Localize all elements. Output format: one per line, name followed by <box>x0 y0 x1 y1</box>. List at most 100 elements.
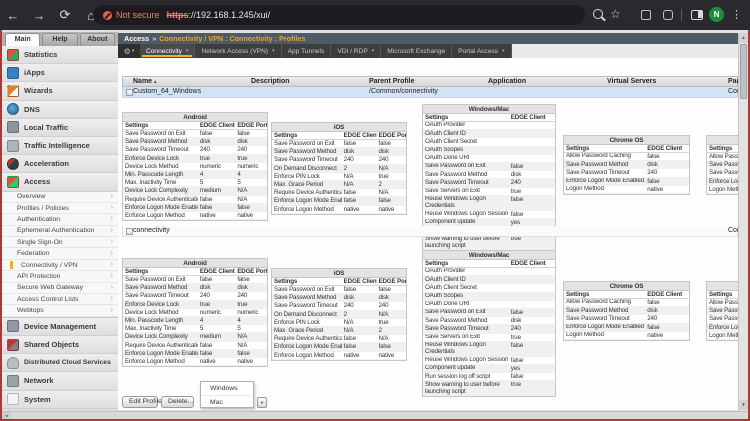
setting-cell: 5 <box>198 325 235 332</box>
tab-about[interactable]: About <box>80 33 115 46</box>
menu-kebab-icon[interactable]: ⋮ <box>731 8 742 22</box>
sidebar-item-local-traffic[interactable]: Local Traffic <box>2 119 118 137</box>
setting-row: Max. Grace PeriodN/A2 <box>272 181 406 189</box>
tab-microsoft-exchange[interactable]: Microsoft Exchange <box>381 44 452 58</box>
column-partition[interactable]: Partition <box>728 77 738 87</box>
vertical-scrollbar[interactable]: ▲ ▼ <box>738 33 747 410</box>
setting-cell: Enforce Logon Mode Enabled <box>272 343 342 350</box>
menu-item-mac[interactable]: Mac <box>201 395 253 408</box>
tab-main[interactable]: Main <box>5 33 40 46</box>
local-traffic-icon <box>7 121 19 133</box>
table-row[interactable]: Custom_64_Windows /Common/connectivity C… <box>122 87 738 98</box>
submenu-item-connectivity-vpn[interactable]: Connectivity / VPN› <box>2 260 118 271</box>
setting-cell: false <box>509 309 555 316</box>
setting-cell: Device Lock Complexity <box>123 187 198 194</box>
reload-icon[interactable]: ⟳ <box>52 7 78 23</box>
setting-cell <box>509 268 555 275</box>
tab-help[interactable]: Help <box>42 33 77 46</box>
submenu-item-profiles-policies[interactable]: Profiles / Policies› <box>2 203 118 214</box>
setting-cell: true <box>198 155 235 162</box>
search-icon[interactable] <box>593 9 603 19</box>
submenu-item-secure-web-gateway[interactable]: Secure Web Gateway› <box>2 283 118 294</box>
not-secure-badge[interactable]: Not secure <box>103 10 160 20</box>
sidebar-item-label: iApps <box>24 68 45 77</box>
submenu-item-ephemeral-authentication[interactable]: Ephemeral Authentication› <box>2 226 118 237</box>
setting-cell: true <box>509 235 555 249</box>
column-virtual-servers[interactable]: Virtual Servers <box>607 77 656 87</box>
sidebar-item-iapps[interactable]: iApps <box>2 64 118 82</box>
tab-portal-access[interactable]: Portal Access▾ <box>452 44 511 58</box>
column-description[interactable]: Description <box>251 77 290 87</box>
setting-cell: Allow Password Caching <box>707 153 738 160</box>
menu-item-windows[interactable]: Windows <box>201 382 253 395</box>
setting-row: Save Password Methoddiskdisk <box>272 148 406 156</box>
setting-row: Enforce Logon Methodnativenative <box>123 212 267 220</box>
setting-cell: N/A <box>377 165 406 172</box>
scroll-down-icon[interactable]: ▼ <box>739 400 748 410</box>
profile-avatar[interactable]: N <box>709 7 724 22</box>
expand-toggle-icon[interactable] <box>126 89 133 96</box>
tab-network-access-vpn[interactable]: Network Access (VPN)▾ <box>195 44 281 58</box>
setting-cell: OAuth Client Secret <box>423 138 509 145</box>
setting-row: Save Password Timeout240240 <box>123 292 267 300</box>
submenu-item-authentication[interactable]: Authentication › <box>2 214 118 225</box>
back-icon[interactable]: ← <box>0 8 26 23</box>
submenu-item-single-sign-on[interactable]: Single Sign-On› <box>2 237 118 248</box>
scrollbar-thumb[interactable] <box>740 44 747 99</box>
edit-profile-button[interactable]: Edit Profile <box>122 396 158 408</box>
forward-icon[interactable]: → <box>26 8 52 23</box>
setting-cell: native <box>198 358 235 365</box>
profile-name[interactable]: connectivity <box>133 226 170 236</box>
extensions-puzzle-icon[interactable] <box>663 10 673 20</box>
setting-cell: OAuth Client ID <box>423 130 509 137</box>
column-name[interactable]: Name ▴ <box>133 77 157 88</box>
expand-toggle-icon[interactable] <box>126 228 133 235</box>
setting-cell: Enforce Logon Mode Enabled <box>123 204 198 211</box>
setting-cell: false <box>342 335 377 342</box>
submenu-item-api-protection[interactable]: API Protection› <box>2 271 118 282</box>
setting-cell: true <box>509 188 555 195</box>
sidebar-item-shared-objects[interactable]: Shared Objects <box>2 336 118 354</box>
scroll-left-icon[interactable]: ◂ <box>2 412 11 419</box>
address-bar[interactable]: Not secure https://192.168.1.245/xui/ <box>93 5 585 25</box>
submenu-item-access-control-lists[interactable]: Access Control Lists› <box>2 294 118 305</box>
sidebar-item-device-management[interactable]: Device Management <box>2 318 118 336</box>
column-application[interactable]: Application <box>488 77 526 87</box>
setting-cell: N/A <box>342 173 377 180</box>
bookmark-star-icon[interactable]: ☆ <box>610 7 621 21</box>
profile-name[interactable]: Custom_64_Windows <box>133 87 201 97</box>
sidebar-item-wizards[interactable]: Wizards <box>2 82 118 100</box>
tab-vdi-rdp[interactable]: VDI / RDP▾ <box>331 44 381 58</box>
setting-row: Enforce Logon Methodnativenative <box>123 358 267 366</box>
submenu-arrow-icon: › <box>111 215 113 223</box>
column-parent-profile[interactable]: Parent Profile <box>369 77 415 87</box>
side-panel-icon[interactable] <box>691 10 703 20</box>
split-button-arrow[interactable]: ▾ <box>257 397 267 408</box>
scroll-up-icon[interactable]: ▲ <box>739 33 748 43</box>
tab-options-button[interactable]: ⚙▾ <box>118 44 140 58</box>
breadcrumb-root[interactable]: Access <box>124 34 149 43</box>
sidebar-item-system[interactable]: System <box>2 391 118 409</box>
sidebar-item-traffic-intelligence[interactable]: Traffic Intelligence <box>2 137 118 155</box>
tab-connectivity[interactable]: Connectivity▾ <box>140 44 195 58</box>
horizontal-scrollbar[interactable]: ◂ <box>2 411 747 419</box>
sidebar-item-access[interactable]: Access <box>2 173 118 191</box>
sidebar-item-acceleration[interactable]: Acceleration <box>2 155 118 173</box>
submenu-item-webtops[interactable]: Webtops› <box>2 305 118 316</box>
sidebar-item-dns[interactable]: DNS <box>2 101 118 119</box>
submenu-label: Authentication <box>17 216 60 223</box>
sidebar-item-statistics[interactable]: Statistics <box>2 46 118 64</box>
platform-title: iOS <box>272 123 406 132</box>
setting-cell: 240 <box>645 169 689 176</box>
sidebar-item-distributed-cloud-services[interactable]: Distributed Cloud Services <box>2 354 118 372</box>
submenu-item-federation[interactable]: Federation› <box>2 248 118 259</box>
delete-button[interactable]: Delete... <box>161 396 194 408</box>
sidebar-item-label: Network <box>24 376 54 385</box>
sidebar-item-network[interactable]: Network <box>2 372 118 390</box>
submenu-item-overview[interactable]: Overview› <box>2 192 118 203</box>
gear-icon: ⚙ <box>124 47 131 56</box>
setting-cell: disk <box>198 284 235 291</box>
extension-icon[interactable] <box>641 10 651 20</box>
table-row[interactable]: connectivity Common <box>122 226 738 237</box>
tab-app-tunnels[interactable]: App Tunnels <box>282 44 332 58</box>
